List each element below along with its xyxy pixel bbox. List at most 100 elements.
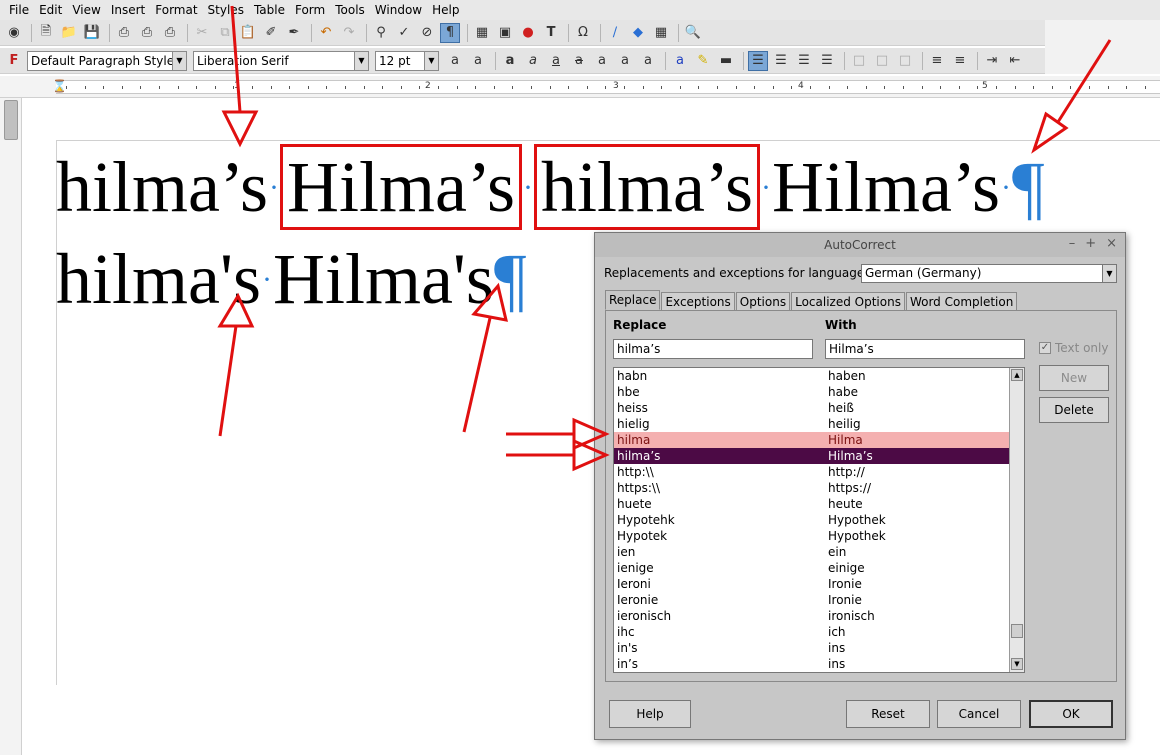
- maximize-icon[interactable]: +: [1085, 236, 1096, 251]
- redo-icon[interactable]: ↷: [339, 23, 359, 43]
- paragraph-spacing-icon[interactable]: □: [849, 51, 869, 71]
- cut-icon[interactable]: ✂: [192, 23, 212, 43]
- italic-icon[interactable]: a: [523, 51, 543, 71]
- with-input[interactable]: Hilma’s: [825, 339, 1025, 359]
- auto-spellcheck-icon[interactable]: ⊘: [417, 23, 437, 43]
- table-row[interactable]: in’s ins: [614, 656, 1010, 672]
- horizontal-ruler[interactable]: 1 2 3 4 5 ⌛: [0, 76, 1160, 98]
- language-select[interactable]: German (Germany) ▼: [861, 264, 1117, 283]
- print-icon[interactable]: ⎙: [137, 23, 157, 43]
- superscript-icon[interactable]: a: [592, 51, 612, 71]
- open-folder-icon[interactable]: 📁: [59, 23, 79, 43]
- chevron-down-icon[interactable]: ▼: [1102, 265, 1116, 282]
- increase-font-icon[interactable]: a: [445, 51, 465, 71]
- basic-shapes-icon[interactable]: ◆: [628, 23, 648, 43]
- indent-spacing-icon[interactable]: □: [895, 51, 915, 71]
- chevron-down-icon[interactable]: ▼: [424, 51, 438, 70]
- paste-icon[interactable]: 📋: [238, 23, 258, 43]
- table-row[interactable]: hielig heilig: [614, 416, 1010, 432]
- table-row[interactable]: hilma’s Hilma’s: [614, 448, 1010, 464]
- clone-formatting-icon[interactable]: ✐: [261, 23, 281, 43]
- table-row[interactable]: heiss heiß: [614, 400, 1010, 416]
- minimize-icon[interactable]: –: [1069, 236, 1076, 251]
- insert-textbox-icon[interactable]: T: [541, 23, 561, 43]
- font-color-icon[interactable]: a: [670, 51, 690, 71]
- document-line-2[interactable]: hilma's·Hilma's¶: [56, 239, 527, 326]
- table-row[interactable]: in's ins: [614, 640, 1010, 656]
- shadow-icon[interactable]: a: [638, 51, 658, 71]
- table-row[interactable]: Hypotek Hypothek: [614, 528, 1010, 544]
- cancel-button[interactable]: Cancel: [937, 700, 1021, 728]
- reset-button[interactable]: Reset: [846, 700, 930, 728]
- binoculars-icon[interactable]: ◉: [4, 23, 24, 43]
- tab-options[interactable]: Options: [735, 292, 791, 310]
- unordered-list-icon[interactable]: ≡: [927, 51, 947, 71]
- chevron-down-icon[interactable]: ▼: [172, 51, 186, 70]
- formatting-marks-icon[interactable]: ¶: [440, 22, 460, 43]
- styles-sidebar-icon[interactable]: F: [4, 51, 24, 71]
- table-row[interactable]: ieronisch ironisch: [614, 608, 1010, 624]
- table-scrollbar[interactable]: ▲ ▼: [1009, 368, 1024, 672]
- strikethrough-icon[interactable]: a: [569, 51, 589, 71]
- table-row[interactable]: ienige einige: [614, 560, 1010, 576]
- close-icon[interactable]: ×: [1106, 236, 1117, 251]
- scroll-thumb[interactable]: [1011, 624, 1023, 638]
- line-spacing-icon[interactable]: □: [872, 51, 892, 71]
- new-document-icon[interactable]: 🗎: [36, 23, 56, 43]
- menu-help[interactable]: Help: [427, 0, 464, 20]
- menu-tools[interactable]: Tools: [330, 0, 370, 20]
- document-line-1[interactable]: hilma’s· Hilma’s · hilma’s ·Hilma’s·¶: [56, 144, 1045, 234]
- decrease-font-icon[interactable]: a: [468, 51, 488, 71]
- ok-button[interactable]: OK: [1029, 700, 1113, 728]
- indent-marker-icon[interactable]: ⌛: [52, 79, 67, 93]
- menu-window[interactable]: Window: [370, 0, 427, 20]
- align-left-icon[interactable]: ☰: [748, 50, 768, 71]
- zoom-icon[interactable]: 🔍: [683, 23, 703, 43]
- find-replace-icon[interactable]: ⚲: [371, 23, 391, 43]
- table-row[interactable]: habn haben: [614, 368, 1010, 384]
- menu-form[interactable]: Form: [290, 0, 330, 20]
- align-right-icon[interactable]: ☰: [794, 51, 814, 71]
- text-only-option[interactable]: ✓ Text only: [1039, 341, 1108, 355]
- replacement-table[interactable]: habn haben hbe habe heiss heiß hielig heilig hil…: [613, 367, 1025, 673]
- menu-format[interactable]: Format: [150, 0, 202, 20]
- table-row[interactable]: hbe habe: [614, 384, 1010, 400]
- special-character-icon[interactable]: Ω: [573, 23, 593, 43]
- subscript-icon[interactable]: a: [615, 51, 635, 71]
- export-pdf-icon[interactable]: ⎙: [114, 23, 134, 43]
- table-row[interactable]: Ieroni Ironie: [614, 576, 1010, 592]
- tab-word-completion[interactable]: Word Completion: [905, 292, 1018, 310]
- increase-indent-icon[interactable]: ⇥: [982, 51, 1002, 71]
- table-row[interactable]: ien ein: [614, 544, 1010, 560]
- underline-icon[interactable]: a: [546, 51, 566, 71]
- checkbox-checked-icon[interactable]: ✓: [1039, 342, 1051, 354]
- table-row[interactable]: hilma Hilma: [614, 432, 1010, 448]
- draw-functions-icon[interactable]: ▦: [651, 23, 671, 43]
- insert-image-icon[interactable]: ▣: [495, 23, 515, 43]
- bold-icon[interactable]: a: [500, 51, 520, 71]
- tab-localized-options[interactable]: Localized Options: [791, 292, 905, 310]
- spelling-icon[interactable]: ✓: [394, 23, 414, 43]
- undo-icon[interactable]: ↶: [316, 23, 336, 43]
- table-row[interactable]: Hypotehk Hypothek: [614, 512, 1010, 528]
- chevron-down-icon[interactable]: ▼: [354, 51, 368, 70]
- ordered-list-icon[interactable]: ≡: [950, 51, 970, 71]
- save-icon[interactable]: 💾: [82, 23, 102, 43]
- dialog-titlebar[interactable]: AutoCorrect – + ×: [595, 233, 1125, 257]
- menu-view[interactable]: View: [67, 0, 105, 20]
- vertical-ruler-handle[interactable]: [4, 100, 18, 140]
- print-preview-icon[interactable]: ⎙: [160, 23, 180, 43]
- insert-table-icon[interactable]: ▦: [472, 23, 492, 43]
- scroll-up-icon[interactable]: ▲: [1011, 369, 1023, 381]
- align-center-icon[interactable]: ☰: [771, 51, 791, 71]
- font-size-combo[interactable]: 12 pt ▼: [375, 50, 439, 71]
- table-row[interactable]: Ieronie Ironie: [614, 592, 1010, 608]
- table-row[interactable]: huete heute: [614, 496, 1010, 512]
- justify-icon[interactable]: ☰: [817, 51, 837, 71]
- tab-replace[interactable]: Replace: [605, 290, 661, 310]
- font-name-combo[interactable]: Liberation Serif ▼: [193, 50, 369, 71]
- menu-edit[interactable]: Edit: [34, 0, 67, 20]
- clear-formatting-icon[interactable]: ✒: [284, 23, 304, 43]
- decrease-indent-icon[interactable]: ⇤: [1005, 51, 1025, 71]
- scroll-down-icon[interactable]: ▼: [1011, 658, 1023, 670]
